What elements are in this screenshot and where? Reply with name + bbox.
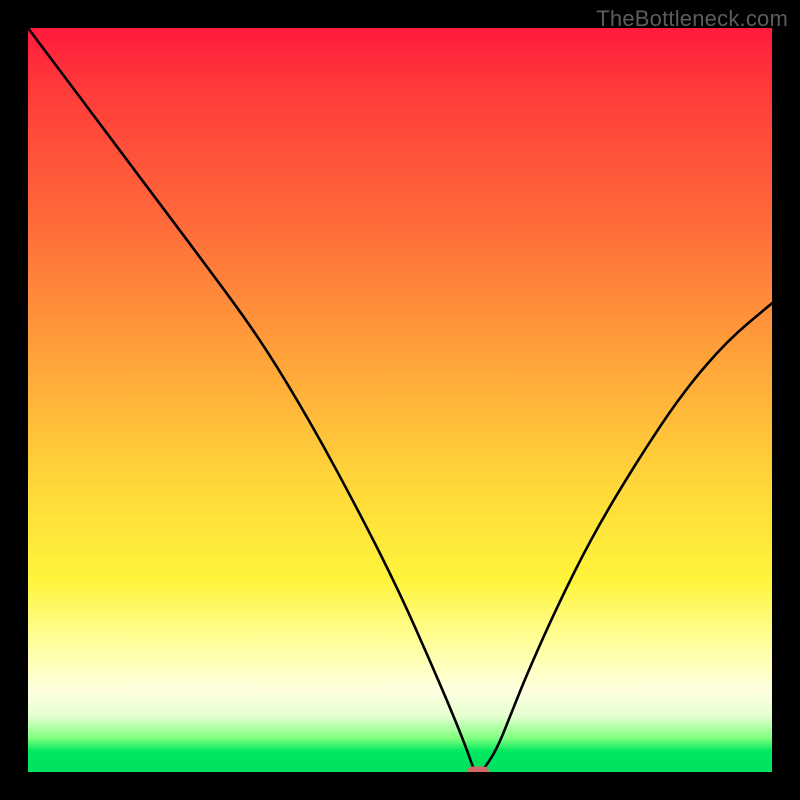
curve-path xyxy=(28,28,772,772)
minimum-marker xyxy=(467,767,489,773)
watermark-text: TheBottleneck.com xyxy=(596,6,788,32)
chart-frame: TheBottleneck.com xyxy=(0,0,800,800)
plot-area xyxy=(28,28,772,772)
bottleneck-curve xyxy=(28,28,772,772)
